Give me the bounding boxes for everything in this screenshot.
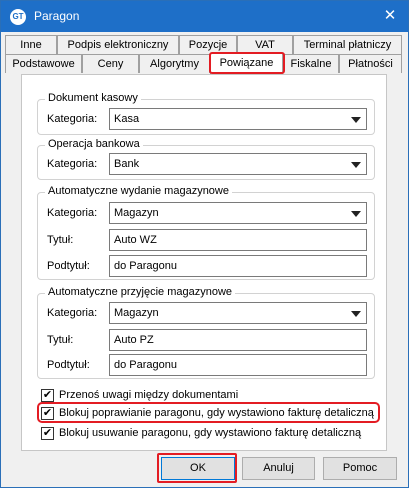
chevron-down-icon — [351, 311, 361, 317]
tab-platnosci[interactable]: Płatności — [339, 54, 402, 73]
group-legend: Dokument kasowy — [45, 92, 141, 104]
group-legend: Automatyczne przyjęcie magazynowe — [45, 286, 236, 298]
chevron-down-icon — [351, 162, 361, 168]
receipt-title-label: Tytuł: — [47, 334, 74, 346]
bank-category-select[interactable]: Bank — [109, 153, 367, 175]
group-legend: Automatyczne wydanie magazynowe — [45, 185, 232, 197]
bank-category-value: Bank — [114, 158, 140, 170]
ok-button[interactable]: OK — [161, 457, 235, 480]
app-logo-icon: GT — [10, 9, 26, 25]
tab-podstawowe[interactable]: Podstawowe — [5, 54, 82, 73]
chevron-down-icon — [351, 117, 361, 123]
group-legend: Operacja bankowa — [45, 138, 143, 150]
tab-pozycje[interactable]: Pozycje — [179, 35, 237, 54]
tab-vat[interactable]: VAT — [237, 35, 293, 54]
close-button[interactable]: ✕ — [378, 4, 402, 28]
cash-category-select[interactable]: Kasa — [109, 108, 367, 130]
checkbox-label: Blokuj usuwanie paragonu, gdy wystawiono… — [59, 427, 362, 439]
checkbox-checked-icon[interactable]: ✔ — [41, 407, 54, 420]
checkbox-label: Przenoś uwagi między dokumentami — [59, 389, 239, 401]
help-button[interactable]: Pomoc — [323, 457, 397, 480]
receipt-category-label: Kategoria: — [47, 307, 98, 319]
checkbox-checked-icon[interactable]: ✔ — [41, 427, 54, 440]
tab-inne[interactable]: Inne — [5, 35, 57, 54]
tab-terminal-platniczy[interactable]: Terminal płatniczy — [293, 35, 402, 54]
tab-fiskalne[interactable]: Fiskalne — [283, 54, 339, 73]
receipt-category-value: Magazyn — [114, 307, 159, 319]
issue-subtitle-input[interactable]: do Paragonu — [109, 255, 367, 277]
issue-title-label: Tytuł: — [47, 234, 74, 246]
checkbox-checked-icon[interactable]: ✔ — [41, 389, 54, 402]
checkbox-label: Blokuj poprawianie paragonu, gdy wystawi… — [59, 407, 374, 419]
receipt-subtitle-input[interactable]: do Paragonu — [109, 354, 367, 376]
receipt-subtitle-label: Podtytuł: — [47, 359, 90, 371]
issue-category-label: Kategoria: — [47, 207, 98, 219]
bank-category-label: Kategoria: — [47, 158, 98, 170]
tab-podpis-elektroniczny[interactable]: Podpis elektroniczny — [57, 35, 179, 54]
cash-category-value: Kasa — [114, 113, 140, 125]
tab-ceny[interactable]: Ceny — [82, 54, 139, 73]
cancel-button[interactable]: Anuluj — [242, 457, 315, 480]
chevron-down-icon — [351, 211, 361, 217]
receipt-title-input[interactable]: Auto PZ — [109, 329, 367, 351]
receipt-category-select[interactable]: Magazyn — [109, 302, 367, 324]
issue-subtitle-label: Podtytuł: — [47, 260, 90, 272]
window-title: Paragon — [34, 9, 80, 23]
paragon-dialog: GT Paragon ✕ Inne Podpis elektroniczny P… — [0, 0, 409, 488]
title-bar[interactable]: GT Paragon ✕ — [1, 1, 408, 32]
issue-category-value: Magazyn — [114, 207, 159, 219]
tab-powiazane[interactable]: Powiązane — [210, 53, 283, 74]
cash-category-label: Kategoria: — [47, 113, 98, 125]
tab-algorytmy[interactable]: Algorytmy — [139, 54, 210, 73]
issue-title-input[interactable]: Auto WZ — [109, 229, 367, 251]
issue-category-select[interactable]: Magazyn — [109, 202, 367, 224]
